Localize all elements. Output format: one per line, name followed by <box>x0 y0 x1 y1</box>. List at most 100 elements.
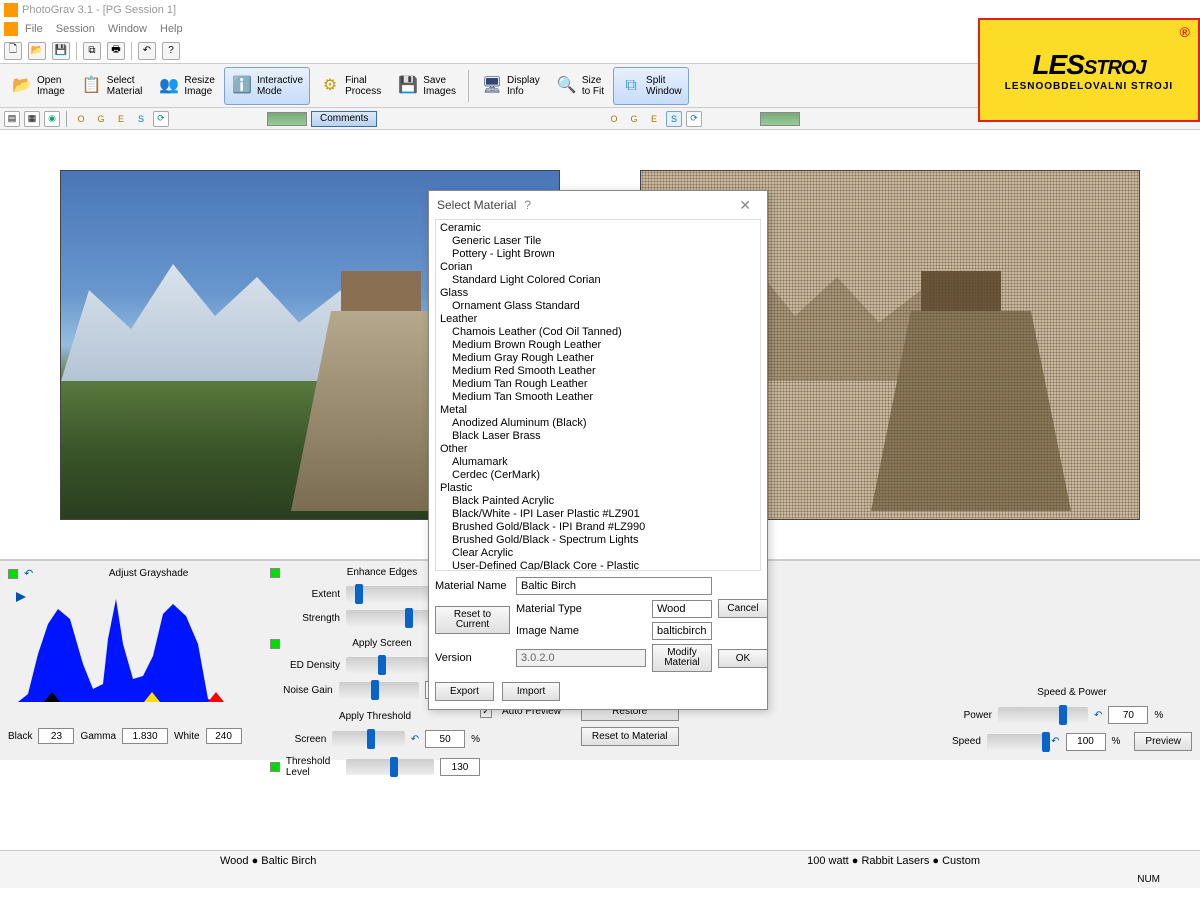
led-icon[interactable] <box>270 762 280 772</box>
material-item[interactable]: Brushed Gold/Black - Spectrum Lights <box>436 534 760 547</box>
screen-slider[interactable] <box>332 731 404 747</box>
toolbar-display-info[interactable]: 🖥Display Info <box>474 67 547 105</box>
s-icon-r[interactable]: S <box>666 111 682 127</box>
preview-button[interactable]: Preview <box>1134 732 1192 751</box>
material-item[interactable]: Pottery - Light Brown <box>436 248 760 261</box>
close-icon[interactable]: ✕ <box>731 197 759 214</box>
undo-icon[interactable]: ↶ <box>1051 736 1059 747</box>
material-item[interactable]: User-Defined Cap/Black Core - Plastic <box>436 560 760 571</box>
material-item[interactable]: Black/White - IPI Laser Plastic #LZ901 <box>436 508 760 521</box>
export-button[interactable]: Export <box>435 682 494 701</box>
toolbar-resize-image[interactable]: 👥Resize Image <box>151 67 222 105</box>
material-item[interactable]: Black Painted Acrylic <box>436 495 760 508</box>
view-icon-2[interactable]: ▦ <box>24 111 40 127</box>
imgname-input[interactable] <box>652 622 712 640</box>
material-category[interactable]: Plastic <box>436 482 760 495</box>
material-item[interactable]: Medium Tan Rough Leather <box>436 378 760 391</box>
led-icon[interactable] <box>270 568 280 578</box>
material-item[interactable]: Medium Red Smooth Leather <box>436 365 760 378</box>
o-icon-r[interactable]: O <box>606 111 622 127</box>
power-input[interactable] <box>1108 706 1148 724</box>
material-category[interactable]: Corian <box>436 261 760 274</box>
material-category[interactable]: Other <box>436 443 760 456</box>
screen-val-input[interactable] <box>425 730 465 748</box>
extent-slider[interactable] <box>346 586 436 602</box>
material-category[interactable]: Glass <box>436 287 760 300</box>
refresh-icon[interactable]: ⟳ <box>153 111 169 127</box>
histogram[interactable] <box>8 584 228 704</box>
toolbar-final-process[interactable]: ⚙Final Process <box>312 67 388 105</box>
threshold-slider[interactable] <box>346 759 434 775</box>
refresh-icon-r[interactable]: ⟳ <box>686 111 702 127</box>
ok-button[interactable]: OK <box>718 649 768 668</box>
material-item[interactable]: Medium Tan Smooth Leather <box>436 391 760 404</box>
mattype-input[interactable] <box>652 600 712 618</box>
material-item[interactable]: Medium Brown Rough Leather <box>436 339 760 352</box>
menu-file[interactable]: File <box>19 23 49 35</box>
new-icon[interactable]: 🗋 <box>4 42 22 60</box>
black-input[interactable] <box>38 728 74 744</box>
save-icon[interactable]: 💾 <box>52 42 70 60</box>
power-slider[interactable] <box>998 707 1088 723</box>
g-icon[interactable]: G <box>93 111 109 127</box>
undo-icon[interactable]: ↶ <box>1094 710 1102 721</box>
material-item[interactable]: Brushed Gold/Black - IPI Brand #LZ990 <box>436 521 760 534</box>
view-icon-1[interactable]: ▤ <box>4 111 20 127</box>
material-item[interactable]: Cerdec (CerMark) <box>436 469 760 482</box>
material-item[interactable]: Medium Gray Rough Leather <box>436 352 760 365</box>
material-item[interactable]: Black Laser Brass <box>436 430 760 443</box>
led-icon[interactable] <box>270 639 280 649</box>
cancel-button[interactable]: Cancel <box>718 599 768 618</box>
matname-input[interactable] <box>516 577 712 595</box>
o-icon[interactable]: O <box>73 111 89 127</box>
reset-material-button[interactable]: Reset to Material <box>581 727 679 746</box>
reset-current-button[interactable]: Reset to Current <box>435 606 510 634</box>
menu-session[interactable]: Session <box>50 23 101 35</box>
toolbar-icon: 🖥 <box>481 75 503 97</box>
undo-icon[interactable]: ↶ <box>411 734 419 745</box>
copy-icon[interactable]: ⧉ <box>83 42 101 60</box>
comments-button[interactable]: Comments <box>311 111 377 127</box>
menu-help[interactable]: Help <box>154 23 189 35</box>
globe-icon[interactable]: ◉ <box>44 111 60 127</box>
import-button[interactable]: Import <box>502 682 560 701</box>
help-icon[interactable]: ? <box>162 42 180 60</box>
noise-slider[interactable] <box>339 682 419 698</box>
material-item[interactable]: Generic Laser Tile <box>436 235 760 248</box>
material-item[interactable]: Anodized Aluminum (Black) <box>436 417 760 430</box>
undo-icon[interactable]: ↶ <box>24 567 33 580</box>
toolbar-save-images[interactable]: 💾Save Images <box>390 67 463 105</box>
material-category[interactable]: Metal <box>436 404 760 417</box>
material-item[interactable]: Standard Light Colored Corian <box>436 274 760 287</box>
gamma-input[interactable] <box>122 728 168 744</box>
modify-material-button[interactable]: Modify Material <box>652 644 712 672</box>
threshold-input[interactable] <box>440 758 480 776</box>
speed-input[interactable] <box>1066 733 1106 751</box>
s-icon[interactable]: S <box>133 111 149 127</box>
material-item[interactable]: Alumamark <box>436 456 760 469</box>
material-list[interactable]: CeramicGeneric Laser TilePottery - Light… <box>435 219 761 571</box>
speed-slider[interactable] <box>987 734 1045 750</box>
toolbar-interactive-mode[interactable]: ℹ️Interactive Mode <box>224 67 310 105</box>
e-icon-r[interactable]: E <box>646 111 662 127</box>
material-category[interactable]: Leather <box>436 313 760 326</box>
material-item[interactable]: Ornament Glass Standard <box>436 300 760 313</box>
toolbar-select-material[interactable]: 📋Select Material <box>74 67 150 105</box>
toolbar-size-to-fit[interactable]: 🔍Size to Fit <box>549 67 611 105</box>
open-icon[interactable]: 📂 <box>28 42 46 60</box>
strength-slider[interactable] <box>346 610 436 626</box>
ed-slider[interactable] <box>346 657 436 673</box>
material-item[interactable]: Clear Acrylic <box>436 547 760 560</box>
toolbar-split-window[interactable]: ⧉Split Window <box>613 67 689 105</box>
g-icon-r[interactable]: G <box>626 111 642 127</box>
help-icon[interactable]: ? <box>516 198 539 212</box>
material-category[interactable]: Ceramic <box>436 222 760 235</box>
undo-icon[interactable]: ↶ <box>138 42 156 60</box>
menu-window[interactable]: Window <box>102 23 153 35</box>
toolbar-open-image[interactable]: 📂Open Image <box>4 67 72 105</box>
e-icon[interactable]: E <box>113 111 129 127</box>
white-input[interactable] <box>206 728 242 744</box>
led-icon[interactable] <box>8 569 18 579</box>
material-item[interactable]: Chamois Leather (Cod Oil Tanned) <box>436 326 760 339</box>
print-icon[interactable]: 🖶 <box>107 42 125 60</box>
